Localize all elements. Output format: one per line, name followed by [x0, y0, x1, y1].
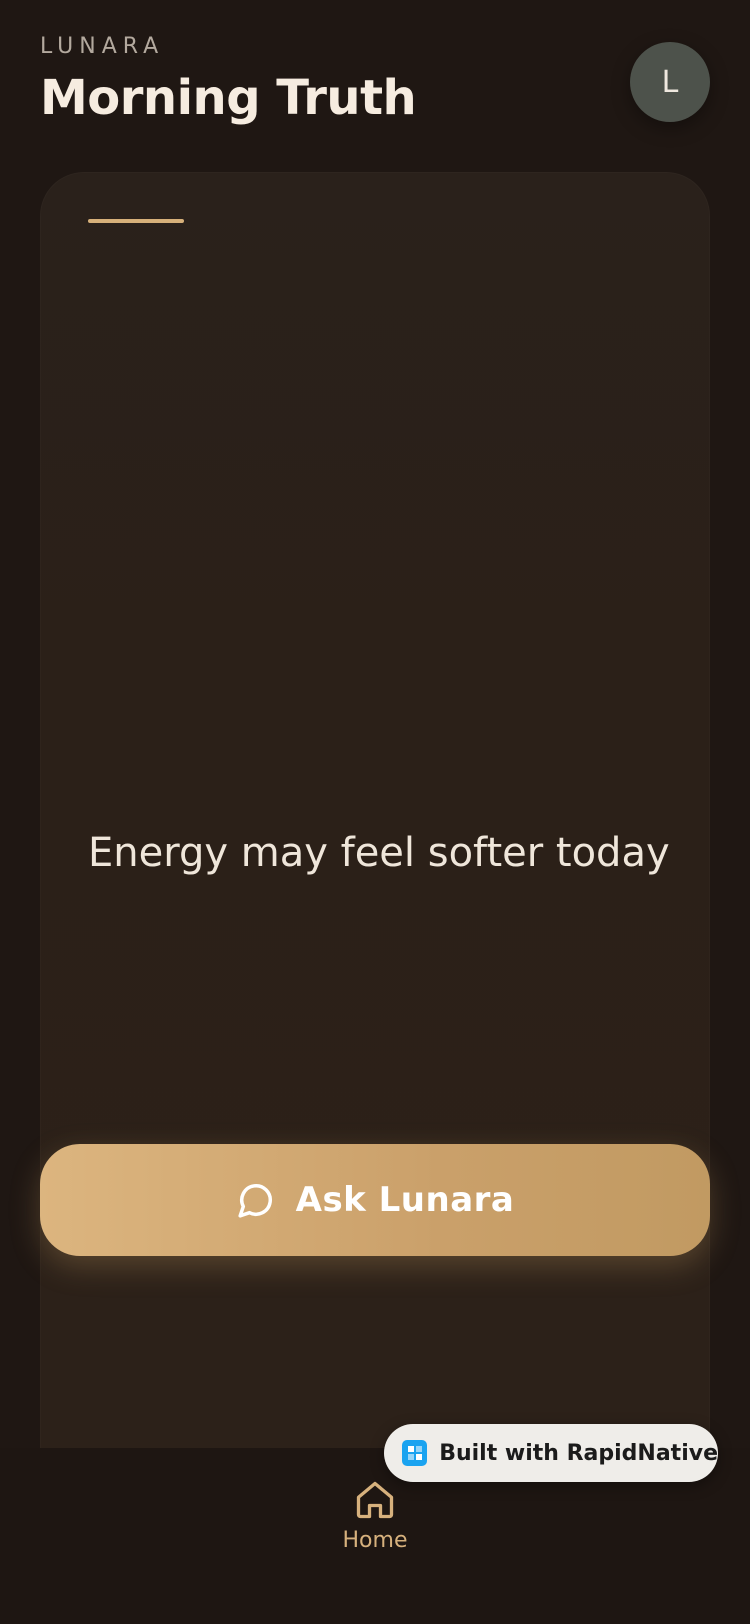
tab-home[interactable]: Home — [325, 1478, 425, 1578]
screen: LUNARA Morning Truth L Energy may feel s… — [0, 0, 750, 1624]
ask-lunara-label: Ask Lunara — [295, 1180, 515, 1220]
chat-bubble-icon — [236, 1180, 276, 1220]
app-brand: LUNARA — [40, 34, 165, 59]
card-accent-line — [88, 219, 184, 223]
built-with-label: Built with RapidNative — [439, 1440, 718, 1466]
tab-home-label: Home — [342, 1528, 408, 1553]
morning-truth-card: Energy may feel softer today — [40, 172, 710, 1472]
built-with-badge[interactable]: Built with RapidNative — [384, 1424, 718, 1482]
rapidnative-logo-icon — [402, 1440, 428, 1466]
card-message: Energy may feel softer today — [88, 830, 670, 876]
ask-lunara-button[interactable]: Ask Lunara — [40, 1144, 710, 1256]
avatar[interactable]: L — [630, 42, 710, 122]
avatar-initial: L — [661, 64, 679, 100]
home-icon — [356, 1481, 394, 1519]
page-title: Morning Truth — [40, 70, 417, 126]
header: LUNARA Morning Truth L — [40, 34, 710, 134]
